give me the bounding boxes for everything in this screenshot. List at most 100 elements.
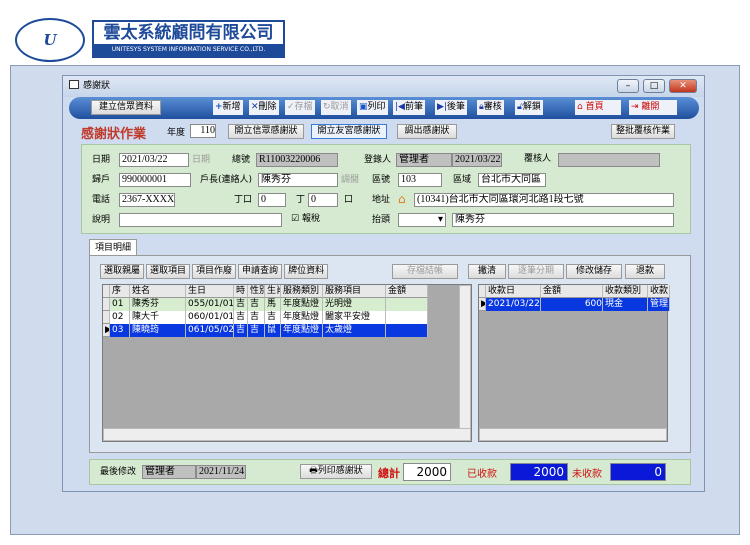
table-cell: 吉 (234, 298, 248, 311)
modified-label: 最後修改 (100, 467, 137, 477)
unpaid-label: 未收款 (572, 469, 602, 480)
table-cell (386, 311, 428, 324)
clear-button[interactable]: 撇清 (468, 264, 506, 279)
split-button[interactable]: 逐筆分期 (508, 264, 564, 279)
zip-input[interactable]: 103 (398, 173, 442, 187)
tax-checkbox[interactable]: ☑ 報稅 (291, 212, 320, 226)
grid-button[interactable]: 選取項目 (146, 264, 191, 279)
column-header: 姓名 (130, 285, 186, 298)
horizontal-scrollbar[interactable] (479, 428, 667, 441)
phone-label: 電話 (92, 195, 111, 205)
vertical-scrollbar[interactable] (459, 285, 471, 429)
row-indicator: ▶ (479, 298, 486, 311)
zip-label: 區號 (372, 175, 391, 185)
heading-input[interactable]: 陳秀芬 (452, 213, 674, 227)
retrieve-certificate-button[interactable]: 調出感謝狀 (397, 124, 457, 139)
grid-button[interactable]: 牌位資料 (284, 264, 329, 279)
issue-temple-certificate-button[interactable]: 開立友宮感謝狀 (311, 124, 387, 139)
save-button[interactable]: ✓存檔 (285, 100, 315, 115)
table-cell: 闔家平安燈 (323, 311, 386, 324)
address-input[interactable]: (10341)台北市大同區環河北路1段七號 (414, 193, 674, 207)
exit-button[interactable]: ⇥ 離開 (629, 100, 677, 115)
heading-select[interactable]: ▾ (398, 213, 446, 227)
undo-icon: ↻ (323, 102, 331, 112)
table-cell: 600 (541, 298, 603, 311)
company-name-en: UNITESYS SYSTEM INFORMATION SERVICE CO.,… (94, 44, 283, 56)
table-cell: 年度點燈 (281, 298, 323, 311)
print-certificate-button[interactable]: 🖶︎列印感謝狀 (300, 464, 372, 479)
female-count-input[interactable]: 0 (308, 193, 338, 207)
approve-button[interactable]: 🔒︎審核 (477, 100, 504, 115)
received-field: 2000 (510, 463, 568, 481)
household-input[interactable]: 990000001 (119, 173, 191, 187)
cancel-button[interactable]: ↻取消 (321, 100, 351, 115)
batch-review-button[interactable]: 整批覆核作業 (611, 124, 675, 139)
toolbar: 建立信眾資料 +新增 ✕刪除 ✓存檔 ↻取消 ▣列印 |◀前筆 ▶|後筆 🔒︎審… (69, 97, 699, 119)
save-close-button[interactable]: 存檔結帳 (392, 264, 458, 279)
house-icon[interactable]: ⌂ (398, 192, 406, 206)
add-button[interactable]: +新增 (213, 100, 243, 115)
tab-item-details[interactable]: 項目明細 (89, 239, 137, 256)
row-indicator-header (103, 285, 110, 298)
grid-button[interactable]: 項目作廢 (192, 264, 237, 279)
prev-button[interactable]: |◀前筆 (393, 100, 425, 115)
male-count-input[interactable]: 0 (258, 193, 286, 207)
app-window: 感謝狀 – □ ✕ 建立信眾資料 +新增 ✕刪除 ✓存檔 ↻取消 ▣列印 |◀前… (62, 75, 705, 492)
table-cell: 吉 (234, 324, 248, 337)
column-header: 序 (110, 285, 130, 298)
table-cell: 吉 (265, 311, 281, 324)
maximize-button[interactable]: □ (643, 79, 665, 93)
phone-input[interactable]: 2367-XXXX (119, 193, 175, 207)
grid-button[interactable]: 申請查詢 (238, 264, 283, 279)
row-indicator-header (479, 285, 486, 298)
district-label: 區域 (453, 175, 472, 185)
kou-label: 口 (344, 195, 354, 205)
district-input[interactable]: 台北市大同區 (478, 173, 546, 187)
minimize-button[interactable]: – (617, 79, 639, 93)
total-field: 2000 (403, 463, 451, 481)
table-cell (386, 298, 428, 311)
unpaid-field: 0 (610, 463, 666, 481)
refund-button[interactable]: 退款 (625, 264, 665, 279)
table-cell: 馬 (265, 298, 281, 311)
home-icon: ⌂ (577, 102, 583, 112)
footer-bar: 最後修改 管理者 2021/11/24 🖶︎列印感謝狀 總計 2000 已收款 … (89, 459, 691, 485)
modified-by-field: 管理者 (142, 465, 196, 479)
date-input[interactable]: 2021/03/22 (119, 153, 189, 167)
registration-date-field: 2021/03/22 (452, 153, 502, 167)
delete-button[interactable]: ✕刪除 (249, 100, 279, 115)
table-cell (386, 324, 428, 337)
date-picker-button[interactable]: 日期 (192, 153, 210, 167)
unlock-button[interactable]: 🔓︎解鎖 (515, 100, 543, 115)
modify-save-button[interactable]: 修改儲存 (566, 264, 622, 279)
column-header: 生肖 (265, 285, 281, 298)
close-button[interactable]: ✕ (669, 79, 697, 93)
home-button[interactable]: ⌂ 首頁 (575, 100, 621, 115)
registrar-field: 管理者 (396, 153, 452, 167)
print-button[interactable]: ▣列印 (357, 100, 388, 115)
next-button[interactable]: ▶|後筆 (435, 100, 467, 115)
adjust-button[interactable]: 調閱 (341, 173, 359, 187)
table-cell: 吉 (248, 298, 265, 311)
year-input[interactable]: 110 (190, 124, 216, 138)
items-grid[interactable]: 序姓名生日時性別生肖服務類別服務項目金額01陳秀芬055/01/01吉吉馬年度點… (102, 284, 472, 442)
column-header: 收款日 (486, 285, 541, 298)
payments-grid[interactable]: 收款日金額收款類別收款 ▶2021/03/22600現金管理 (478, 284, 670, 442)
app-icon (69, 80, 79, 89)
table-cell: 陳秀芬 (130, 298, 186, 311)
serial-label: 總號 (232, 155, 251, 165)
issue-member-certificate-button[interactable]: 開立信眾感謝狀 (228, 124, 304, 139)
create-member-button[interactable]: 建立信眾資料 (91, 100, 161, 115)
head-input[interactable]: 陳秀芬 (258, 173, 338, 187)
column-header: 收款 (648, 285, 670, 298)
printer-icon: ▣ (359, 102, 368, 112)
note-input[interactable] (119, 213, 282, 227)
table-cell: 光明燈 (323, 298, 386, 311)
grid-button[interactable]: 選取親屬 (100, 264, 145, 279)
title-bar: 感謝狀 – □ ✕ (63, 76, 704, 97)
table-cell: 陳大千 (130, 311, 186, 324)
table-cell: 03 (110, 324, 130, 337)
table-cell: 太歲燈 (323, 324, 386, 337)
horizontal-scrollbar[interactable] (103, 428, 471, 441)
ding-label: 丁 (296, 195, 306, 205)
